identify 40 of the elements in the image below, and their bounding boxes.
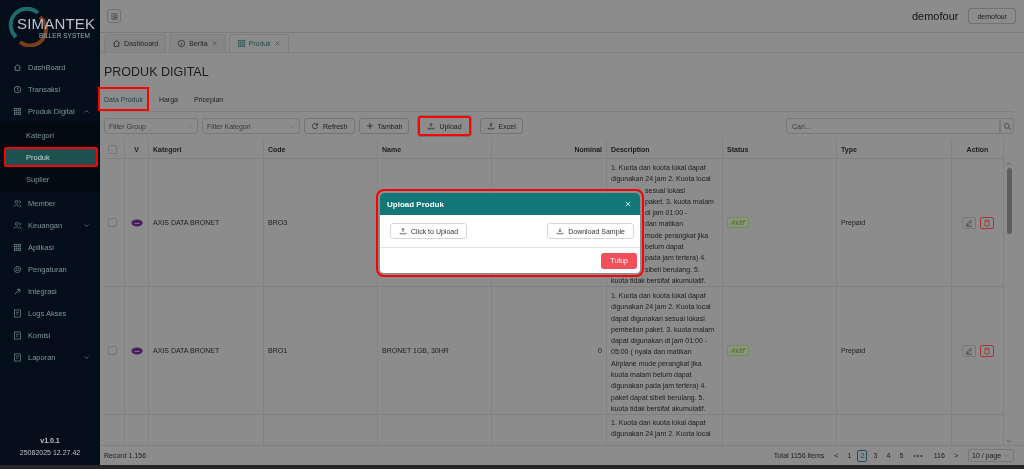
- menu-icon: [109, 11, 119, 21]
- close-icon: [624, 200, 632, 208]
- link-icon: [13, 286, 22, 296]
- grid-icon: [13, 106, 22, 116]
- page-title: PRODUK DIGITAL: [103, 64, 210, 81]
- upload-icon: [486, 122, 495, 130]
- edit-button[interactable]: [961, 344, 976, 357]
- settings-icon: [13, 264, 22, 274]
- clock-icon: [13, 84, 22, 94]
- user-name: demofour: [911, 10, 959, 22]
- home-icon: [13, 62, 22, 72]
- search-icon: [1002, 121, 1012, 131]
- download-icon: [556, 227, 565, 235]
- info-icon: [177, 39, 187, 48]
- provider-logo-icon: [130, 346, 143, 355]
- refresh-icon: [311, 122, 319, 130]
- edit-button[interactable]: [961, 216, 976, 229]
- grid-icon: [236, 39, 246, 48]
- upload-icon: [399, 227, 407, 235]
- provider-logo-icon: [130, 218, 143, 227]
- doc-icon: [13, 308, 22, 318]
- search-button[interactable]: [1000, 118, 1014, 134]
- pencil-icon: [964, 346, 973, 355]
- upload-icon: [427, 122, 436, 130]
- doc-icon: [13, 330, 22, 340]
- menu-button[interactable]: [107, 9, 121, 23]
- users-icon: [13, 198, 22, 208]
- trash-icon: [982, 218, 991, 227]
- delete-button[interactable]: [979, 216, 994, 229]
- users-icon: [13, 220, 22, 230]
- doc-icon: [13, 352, 22, 362]
- delete-button[interactable]: [979, 344, 994, 357]
- home-icon: [112, 39, 121, 48]
- trash-icon: [982, 346, 991, 355]
- scroll-down-icon: [1005, 437, 1013, 445]
- dialog-title: Upload Produk: [387, 199, 444, 209]
- plus-icon: [365, 122, 374, 130]
- pencil-icon: [964, 218, 973, 227]
- scroll-up-icon: [1005, 160, 1013, 168]
- grid-icon: [13, 242, 22, 252]
